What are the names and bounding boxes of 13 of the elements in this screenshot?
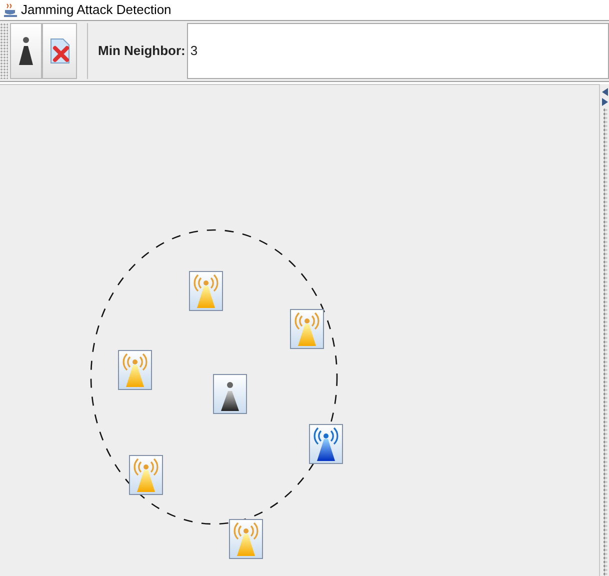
window-title: Jamming Attack Detection (21, 1, 172, 20)
tower-icon (18, 36, 34, 66)
min-neighbor-label: Min Neighbor: (98, 42, 186, 60)
coffee-cup-icon (4, 3, 17, 17)
toolbar-grip[interactable] (0, 23, 8, 79)
clear-button[interactable] (42, 23, 77, 79)
signal-tower-icon[interactable] (309, 424, 343, 464)
sensor-node-icon[interactable] (213, 374, 247, 414)
splitter-grip[interactable] (602, 108, 606, 576)
min-neighbor-field[interactable]: 3 (187, 23, 609, 79)
expand-right-icon[interactable] (602, 98, 608, 106)
collapse-left-icon[interactable] (602, 88, 608, 96)
tower-button[interactable] (10, 23, 42, 79)
